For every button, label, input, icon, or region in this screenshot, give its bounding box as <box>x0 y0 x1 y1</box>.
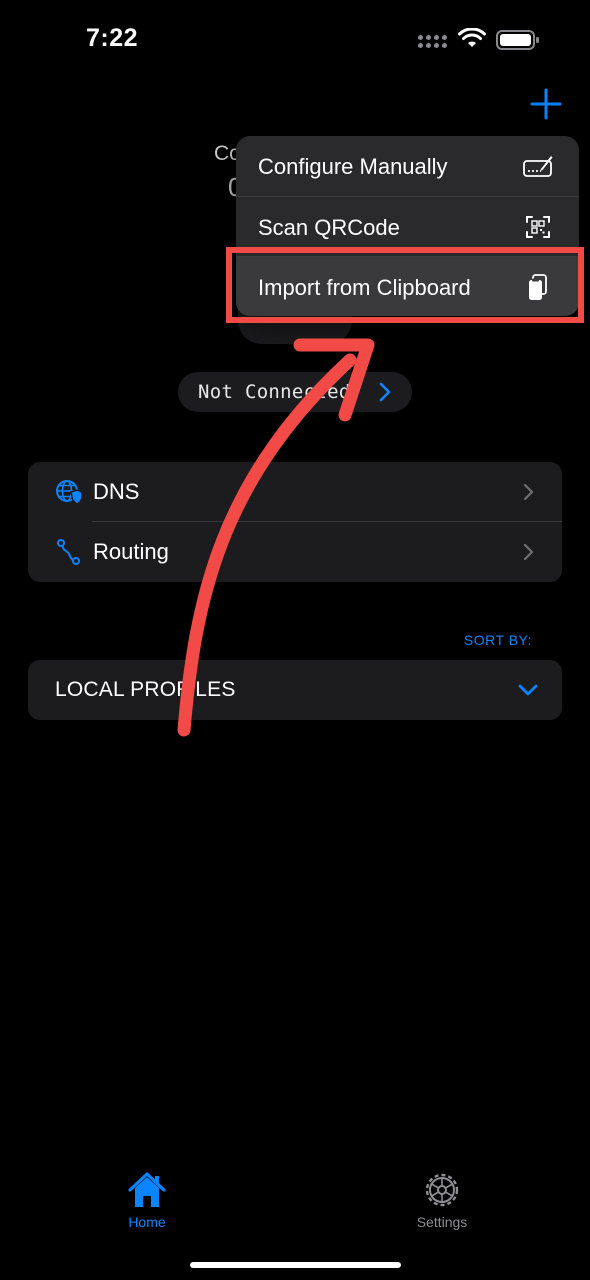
plus-icon[interactable] <box>528 86 564 122</box>
settings-item-label: DNS <box>93 479 140 504</box>
globe-shield-icon <box>56 480 83 505</box>
network-settings-card: DNS Routing <box>28 462 562 582</box>
home-indicator[interactable] <box>190 1262 401 1268</box>
menu-item-label: Configure Manually <box>258 154 448 179</box>
connection-status-pill[interactable]: Not Connected <box>178 372 412 412</box>
tab-label: Settings <box>416 1214 468 1230</box>
settings-item-dns[interactable]: DNS <box>28 462 562 522</box>
settings-item-routing[interactable]: Routing <box>28 522 562 582</box>
local-profiles-section[interactable]: LOCAL PROFILES <box>28 660 562 720</box>
menu-item-configure-manually[interactable]: Configure Manually <box>236 136 579 196</box>
chevron-right-icon <box>523 483 534 501</box>
settings-item-label: Routing <box>93 539 169 564</box>
signature-icon <box>523 156 553 177</box>
tab-label: Home <box>128 1214 166 1230</box>
connection-status-text: Not Connected <box>198 381 351 403</box>
status-bar: 7:22 <box>0 0 590 80</box>
cellular-icon <box>418 35 450 51</box>
chevron-right-icon <box>379 382 391 402</box>
tab-home[interactable]: Home <box>102 1170 192 1234</box>
chevron-down-icon <box>518 684 538 696</box>
menu-item-label: Import from Clipboard <box>258 275 471 300</box>
chevron-right-icon <box>523 543 534 561</box>
qrcode-viewfinder-icon <box>526 216 550 238</box>
local-profiles-label: LOCAL PROFILES <box>55 678 236 701</box>
menu-item-import-from-clipboard[interactable]: Import from Clipboard <box>236 256 579 316</box>
tab-settings[interactable]: Settings <box>397 1170 487 1234</box>
route-icon <box>57 539 80 565</box>
wifi-icon <box>458 28 486 47</box>
status-time: 7:22 <box>86 24 139 52</box>
menu-item-label: Scan QRCode <box>258 215 400 240</box>
battery-icon <box>496 30 539 50</box>
menu-item-scan-qrcode[interactable]: Scan QRCode <box>236 196 579 256</box>
add-profile-menu: Configure Manually Scan QRCode Import fr… <box>236 136 579 316</box>
house-icon <box>128 1172 166 1207</box>
gear-icon <box>425 1173 459 1207</box>
clipboard-icon <box>529 274 547 300</box>
sort-by-button[interactable]: SORT BY: <box>464 632 532 648</box>
